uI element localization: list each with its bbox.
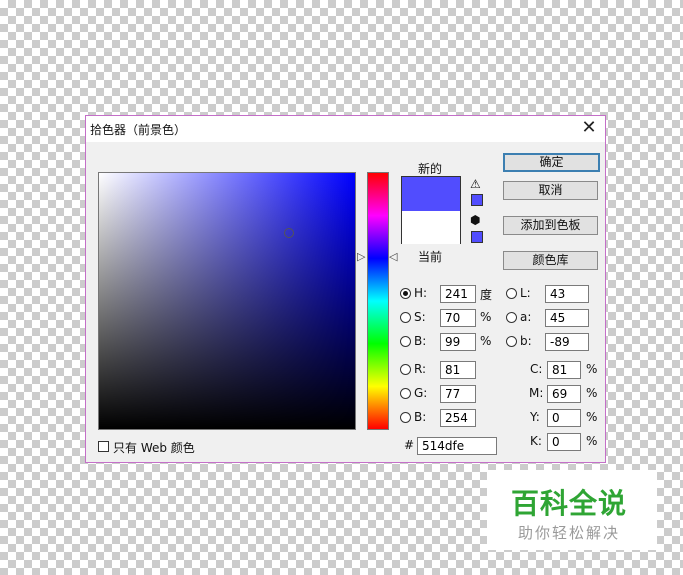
cyan-row: C: % bbox=[526, 360, 602, 380]
red-input[interactable] bbox=[440, 361, 476, 379]
lab-l-radio[interactable] bbox=[506, 288, 517, 299]
blue-radio[interactable] bbox=[400, 412, 411, 423]
new-color-swatch bbox=[402, 177, 460, 211]
color-field-cursor[interactable] bbox=[284, 228, 294, 238]
web-only-checkbox[interactable] bbox=[98, 441, 109, 452]
web-only-label: 只有 Web 颜色 bbox=[113, 441, 195, 455]
hex-label: # bbox=[404, 438, 415, 452]
cyan-unit: % bbox=[586, 362, 598, 376]
black-label: K: bbox=[530, 434, 542, 448]
hue-slider-right-arrow-icon[interactable]: ◁ bbox=[389, 251, 397, 263]
green-radio[interactable] bbox=[400, 388, 411, 399]
new-color-label: 新的 bbox=[418, 162, 443, 176]
black-unit: % bbox=[586, 434, 598, 448]
yellow-unit: % bbox=[586, 410, 598, 424]
magenta-row: M: % bbox=[526, 384, 602, 404]
ok-button[interactable]: 确定 bbox=[503, 153, 600, 172]
warning-icon[interactable]: ⚠ bbox=[470, 178, 481, 190]
watermark-subtitle: 助你轻松解决 bbox=[518, 524, 621, 542]
lab-a-input[interactable] bbox=[545, 309, 589, 327]
cyan-label: C: bbox=[530, 362, 543, 376]
black-input[interactable] bbox=[547, 433, 581, 451]
magenta-label: M: bbox=[529, 386, 544, 400]
yellow-row: Y: % bbox=[526, 408, 602, 428]
hue-slider[interactable] bbox=[367, 172, 389, 430]
yellow-input[interactable] bbox=[547, 409, 581, 427]
blue-input[interactable] bbox=[440, 409, 476, 427]
hue-unit: 度 bbox=[480, 288, 493, 302]
web-safe-swatch[interactable] bbox=[471, 231, 483, 243]
brightness-unit: % bbox=[480, 334, 492, 348]
brightness-radio[interactable] bbox=[400, 336, 411, 347]
lab-a-radio[interactable] bbox=[506, 312, 517, 323]
dialog-title: 拾色器（前景色） bbox=[90, 123, 187, 137]
red-row: R: bbox=[400, 360, 500, 380]
lab-b-row: b: bbox=[506, 332, 596, 352]
saturation-label: S: bbox=[414, 310, 426, 324]
hue-label: H: bbox=[414, 286, 428, 300]
lab-b-radio[interactable] bbox=[506, 336, 517, 347]
gamut-warning-swatch[interactable] bbox=[471, 194, 483, 206]
blue-row: B: bbox=[400, 408, 500, 428]
blue-label: B: bbox=[414, 410, 427, 424]
hex-row: # bbox=[404, 436, 504, 456]
red-radio[interactable] bbox=[400, 364, 411, 375]
black-row: K: % bbox=[526, 432, 602, 452]
cancel-button[interactable]: 取消 bbox=[503, 181, 598, 200]
current-color-label: 当前 bbox=[418, 250, 443, 264]
sv-gradient-dark bbox=[99, 173, 355, 429]
saturation-unit: % bbox=[480, 310, 492, 324]
hue-row: H: 度 bbox=[400, 284, 500, 304]
color-preview bbox=[401, 176, 461, 244]
color-libraries-button[interactable]: 颜色库 bbox=[503, 251, 598, 270]
lab-b-input[interactable] bbox=[545, 333, 589, 351]
green-label: G: bbox=[414, 386, 428, 400]
lab-l-label: L: bbox=[520, 286, 531, 300]
watermark-title: 百科全说 bbox=[511, 487, 628, 520]
lab-a-label: a: bbox=[520, 310, 532, 324]
close-icon[interactable]: ✕ bbox=[579, 118, 599, 138]
web-safe-cube-icon[interactable]: ⬢ bbox=[470, 214, 480, 226]
saturation-row: S: % bbox=[400, 308, 500, 328]
title-bar: 拾色器（前景色） ✕ bbox=[86, 116, 605, 142]
saturation-input[interactable] bbox=[440, 309, 476, 327]
lab-b-label: b: bbox=[520, 334, 532, 348]
hue-slider-left-arrow-icon[interactable]: ▷ bbox=[357, 251, 365, 263]
hue-input[interactable] bbox=[440, 285, 476, 303]
yellow-label: Y: bbox=[530, 410, 540, 424]
cyan-input[interactable] bbox=[547, 361, 581, 379]
hue-radio[interactable] bbox=[400, 288, 411, 299]
brightness-row: B: % bbox=[400, 332, 500, 352]
brightness-label: B: bbox=[414, 334, 427, 348]
lab-l-row: L: bbox=[506, 284, 596, 304]
green-input[interactable] bbox=[440, 385, 476, 403]
current-color-swatch[interactable] bbox=[402, 211, 460, 244]
hex-input[interactable] bbox=[417, 437, 497, 455]
brightness-input[interactable] bbox=[440, 333, 476, 351]
watermark-logo: 百科全说 助你轻松解决 bbox=[487, 470, 657, 550]
add-to-swatches-button[interactable]: 添加到色板 bbox=[503, 216, 598, 235]
green-row: G: bbox=[400, 384, 500, 404]
red-label: R: bbox=[414, 362, 427, 376]
magenta-input[interactable] bbox=[547, 385, 581, 403]
magenta-unit: % bbox=[586, 386, 598, 400]
color-picker-dialog: 拾色器（前景色） ✕ ▷ ◁ 新的 当前 ⚠ ⬢ 确定 取消 添加到色板 颜色库… bbox=[85, 115, 606, 463]
saturation-radio[interactable] bbox=[400, 312, 411, 323]
saturation-brightness-field[interactable] bbox=[98, 172, 356, 430]
lab-a-row: a: bbox=[506, 308, 596, 328]
lab-l-input[interactable] bbox=[545, 285, 589, 303]
